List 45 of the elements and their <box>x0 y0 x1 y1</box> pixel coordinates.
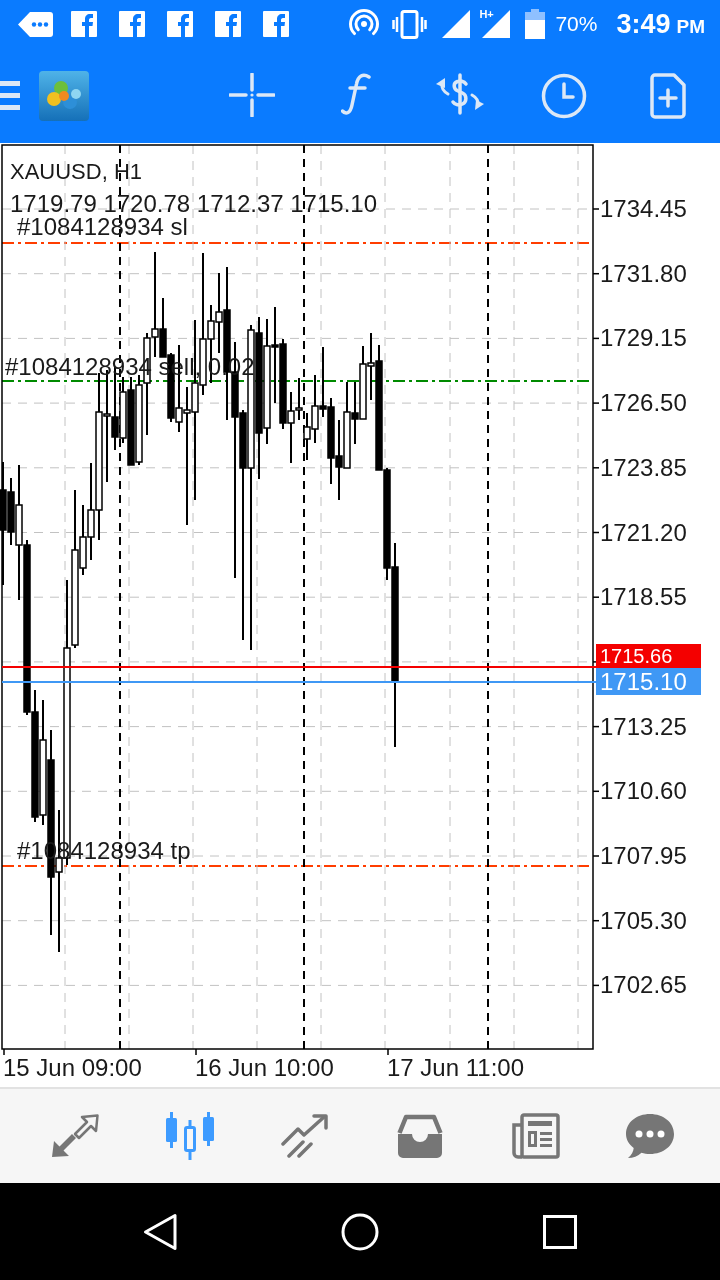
f-logo-icon <box>71 11 97 37</box>
price-axis-label: 1705.30 <box>600 906 687 935</box>
candlestick-icon[interactable] <box>164 1112 215 1160</box>
price-axis-label: 1713.25 <box>600 712 687 741</box>
notification-icon <box>18 11 53 37</box>
time-axis-label: 16 Jun 10:00 <box>195 1054 334 1082</box>
time-axis-label: 17 Jun 11:00 <box>387 1054 524 1082</box>
battery-icon <box>525 9 546 39</box>
diagonal-arrows-icon[interactable] <box>50 1114 99 1158</box>
f-logo-icon <box>119 11 145 37</box>
signal-icon <box>442 10 471 38</box>
bid-price-label: 1715.10 <box>596 668 701 695</box>
time-axis-label: 15 Jun 09:00 <box>3 1054 142 1082</box>
menu-icon[interactable] <box>0 81 20 110</box>
app-logo-icon[interactable] <box>39 70 89 121</box>
clock-meridiem: PM <box>676 15 705 39</box>
f-logo-icon <box>263 11 289 37</box>
price-axis-label: 1702.65 <box>600 971 687 1000</box>
price-axis-label: 1710.60 <box>600 777 687 806</box>
price-axis-label: 1734.45 <box>600 195 687 223</box>
home-icon[interactable] <box>341 1212 379 1251</box>
f-logo-icon <box>167 11 193 37</box>
back-icon[interactable] <box>142 1212 178 1251</box>
price-axis-label: 1707.95 <box>600 842 687 870</box>
battery-percentage: 70% <box>555 11 598 37</box>
clock-icon[interactable] <box>541 72 587 119</box>
f-logo-icon <box>215 11 241 37</box>
price-axis-label: 1718.55 <box>600 583 687 612</box>
vibrate-icon <box>392 9 428 39</box>
price-axis-label: 1729.15 <box>600 324 687 353</box>
new-document-icon[interactable] <box>649 72 687 119</box>
network-type: H+ <box>479 8 494 20</box>
trend-arrow-icon[interactable] <box>280 1114 329 1158</box>
crosshair-icon[interactable] <box>229 72 275 117</box>
price-axis-label: 1731.80 <box>600 259 687 288</box>
price-axis-label: 1726.50 <box>600 389 687 418</box>
ask-price-label: 1715.66 <box>596 644 701 668</box>
price-axis-label: 1723.85 <box>600 453 687 482</box>
chat-bubble-icon[interactable] <box>624 1113 675 1159</box>
chart-symbol-title: XAUUSD, H1 <box>10 159 143 185</box>
recent-apps-icon[interactable] <box>543 1214 577 1249</box>
clock-time: 3:49 <box>616 8 671 40</box>
function-icon[interactable] <box>341 72 371 115</box>
newspaper-icon[interactable] <box>509 1113 560 1159</box>
price-axis-label: 1721.20 <box>600 518 687 547</box>
